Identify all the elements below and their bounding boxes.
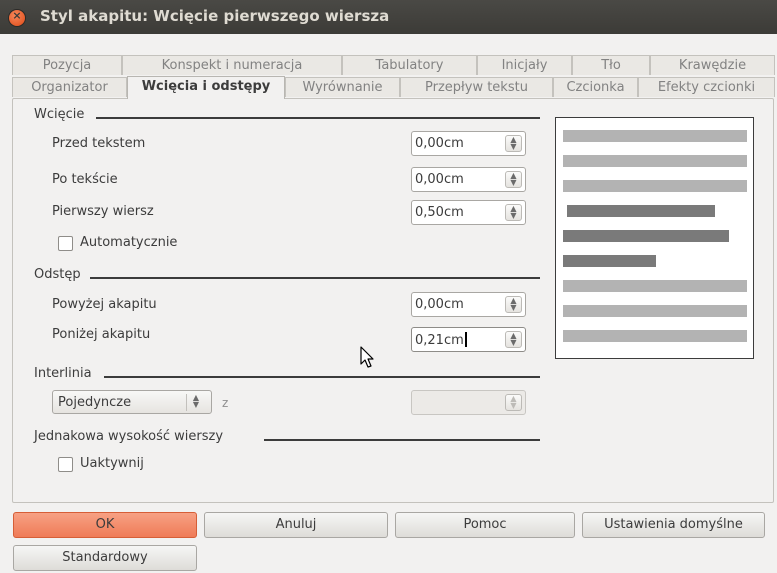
ok-button[interactable]: OK (13, 512, 197, 538)
preview-next-line (563, 305, 747, 317)
mouse-pointer-icon (360, 346, 374, 368)
tab-wyrownanie[interactable]: Wyrównanie (285, 77, 400, 97)
activate-label: Uaktywnij (80, 456, 144, 471)
line-spacing-select[interactable]: Pojedyncze ▲ ▼ (52, 390, 212, 414)
preview-prev-line (563, 155, 747, 167)
spin-arrows-icon[interactable]: ▲ ▼ (505, 135, 522, 152)
tab-czcionka[interactable]: Czcionka (553, 77, 638, 97)
first-line-value: 0,50cm (415, 205, 464, 220)
preview-prev-line (563, 130, 747, 142)
tab-efekty-czcionki[interactable]: Efekty czcionki (638, 77, 775, 97)
below-paragraph-value-wrap: 0,21cm (415, 332, 467, 348)
above-paragraph-spinbox[interactable]: 0,00cm ▲ ▼ (411, 292, 526, 317)
preview-current-line (563, 255, 656, 267)
spacing-section-title: Odstęp (34, 267, 81, 282)
before-text-label: Przed tekstem (52, 136, 146, 151)
line-spacing-section-divider (104, 376, 540, 378)
indent-section-header: Wcięcie (34, 107, 540, 122)
spin-arrows-icon[interactable]: ▲ ▼ (505, 171, 522, 188)
cancel-button[interactable]: Anuluj (204, 512, 388, 538)
close-icon[interactable]: × (9, 9, 25, 26)
text-cursor (464, 332, 467, 347)
register-section-title: Jednakowa wysokość wierszy (34, 429, 224, 444)
spin-arrows-icon[interactable]: ▲ ▼ (505, 296, 522, 313)
tab-konspekt[interactable]: Konspekt i numeracja (122, 55, 342, 75)
indent-section-title: Wcięcie (34, 107, 85, 122)
reset-defaults-button[interactable]: Ustawienia domyślne (582, 512, 765, 538)
first-line-label: Pierwszy wiersz (52, 204, 154, 219)
preview-next-line (563, 330, 747, 342)
line-spacing-value: Pojedyncze (58, 395, 132, 410)
paragraph-preview (555, 117, 754, 359)
after-text-spinbox[interactable]: 0,00cm ▲ ▼ (411, 167, 526, 192)
line-spacing-section-title: Interlinia (34, 366, 92, 381)
below-paragraph-label: Poniżej akapitu (52, 327, 151, 342)
spacing-section-header: Odstęp (34, 267, 540, 282)
auto-checkbox[interactable] (58, 236, 73, 251)
before-text-value: 0,00cm (415, 136, 464, 151)
standard-button[interactable]: Standardowy (13, 545, 197, 571)
tab-inicjaly[interactable]: Inicjały (477, 55, 572, 75)
line-spacing-amount-spinbox[interactable]: ▲ ▼ (411, 390, 526, 415)
register-section-divider (264, 439, 540, 441)
help-button[interactable]: Pomoc (395, 512, 575, 538)
tab-tlo[interactable]: Tło (572, 55, 650, 75)
below-paragraph-spinbox[interactable]: 0,21cm ▲ ▼ (411, 327, 526, 352)
spacing-section-divider (90, 277, 540, 279)
preview-current-line (567, 205, 715, 217)
after-text-label: Po tekście (52, 172, 118, 187)
register-section-header: Jednakowa wysokość wierszy (34, 429, 540, 444)
chevron-up-down-icon: ▲ ▼ (186, 394, 205, 411)
activate-checkbox[interactable] (58, 457, 73, 472)
preview-prev-line (563, 180, 747, 192)
tab-pozycja[interactable]: Pozycja (12, 55, 122, 75)
auto-label: Automatycznie (80, 235, 178, 250)
indent-section-divider (96, 117, 540, 119)
line-spacing-section-header: Interlinia (34, 366, 540, 381)
above-paragraph-value: 0,00cm (415, 297, 464, 312)
spin-arrows-icon[interactable]: ▲ ▼ (505, 204, 522, 221)
tab-tabulatory[interactable]: Tabulatory (342, 55, 477, 75)
first-line-spinbox[interactable]: 0,50cm ▲ ▼ (411, 200, 526, 225)
preview-current-line (563, 230, 729, 242)
title-bar: × Styl akapitu: Wcięcie pierwszego wiers… (0, 0, 777, 34)
tab-row-2: Organizator Wcięcia i odstępy Wyrównanie… (12, 76, 775, 99)
preview-next-line (563, 280, 747, 292)
spin-arrows-icon[interactable]: ▲ ▼ (505, 331, 522, 348)
tab-row-1: Pozycja Konspekt i numeracja Tabulatory … (12, 55, 775, 76)
tab-organizator[interactable]: Organizator (12, 77, 127, 97)
spin-arrows-icon[interactable]: ▲ ▼ (505, 394, 522, 411)
tab-krawedzie[interactable]: Krawędzie (650, 55, 775, 75)
before-text-spinbox[interactable]: 0,00cm ▲ ▼ (411, 131, 526, 156)
below-paragraph-value: 0,21cm (415, 333, 464, 348)
above-paragraph-label: Powyżej akapitu (52, 297, 157, 312)
after-text-value: 0,00cm (415, 172, 464, 187)
line-spacing-of-label: z (222, 396, 229, 410)
window-title: Styl akapitu: Wcięcie pierwszego wiersza (40, 7, 390, 25)
tab-wciecia-i-odstepy[interactable]: Wcięcia i odstępy (127, 76, 285, 99)
tab-przeplyw-tekstu[interactable]: Przepływ tekstu (400, 77, 553, 97)
